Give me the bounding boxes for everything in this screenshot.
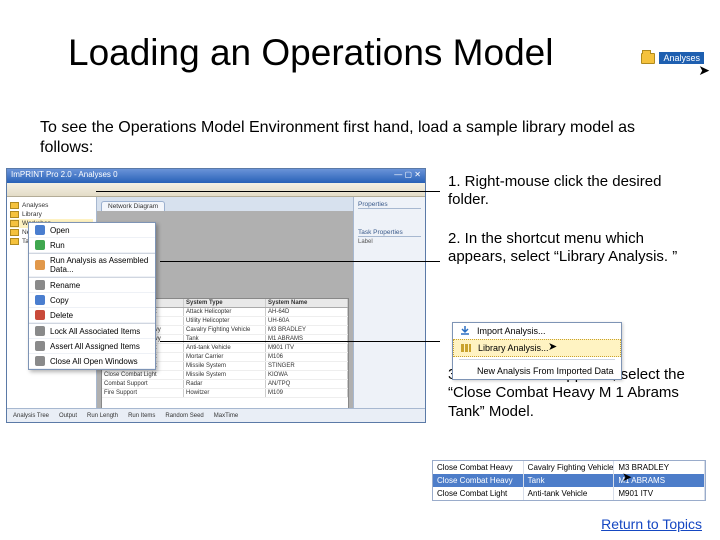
context-menu-item[interactable]: Assert All Assigned Items	[29, 339, 155, 354]
analyses-folder-label: Analyses	[659, 52, 704, 64]
delete-icon	[35, 310, 45, 320]
task-props-header: Task Properties	[358, 229, 421, 237]
context-menu-item[interactable]: Run	[29, 238, 155, 253]
shortcut-menu-item[interactable]: New Analysis From Imported Data	[453, 363, 621, 379]
return-to-topics-link[interactable]: Return to Topics	[601, 516, 702, 532]
status-bar: Analysis Tree Output Run Length Run Item…	[7, 408, 425, 422]
context-menu-item[interactable]: Copy	[29, 293, 155, 308]
grid-header: System Type	[184, 299, 266, 307]
page-title: Loading an Operations Model	[68, 32, 553, 74]
folder-icon	[10, 220, 19, 227]
close-icon	[35, 356, 45, 366]
lock-icon	[35, 326, 45, 336]
new-analysis-icon	[459, 365, 471, 377]
table-row: Close Combat LightMissile SystemKIOWA	[102, 371, 348, 380]
cursor-icon: ➤	[698, 62, 710, 79]
table-row: Fire SupportHowitzerM109	[102, 389, 348, 398]
properties-panel: Properties Task Properties Label	[353, 197, 425, 422]
shortcut-menu: Import Analysis... Library Analysis... N…	[452, 322, 622, 380]
tab-row: Network Diagram	[97, 197, 353, 211]
window-title-text: ImPRINT Pro 2.0 - Analyses 0	[11, 170, 118, 182]
shortcut-menu-item[interactable]: Import Analysis...	[453, 323, 621, 339]
folder-icon	[641, 53, 655, 64]
properties-header: Properties	[358, 201, 421, 209]
context-menu-item[interactable]: Lock All Associated Items	[29, 324, 155, 339]
table-row[interactable]: Close Combat Light Anti-tank Vehicle M90…	[433, 487, 705, 500]
callout-line	[160, 341, 440, 342]
table-row: Combat SupportRadarAN/TPQ	[102, 380, 348, 389]
window-titlebar: ImPRINT Pro 2.0 - Analyses 0 — ▢ ✕	[7, 169, 425, 183]
tab-network-diagram: Network Diagram	[101, 201, 165, 211]
shortcut-menu-item-selected[interactable]: Library Analysis...	[453, 339, 621, 357]
step-2-text: 2. In the shortcut menu which appears, s…	[448, 230, 698, 267]
tree-item: Analyses	[10, 201, 93, 210]
library-icon	[460, 342, 472, 354]
run-icon	[35, 240, 45, 250]
context-menu-item[interactable]: Run Analysis as Assembled Data...	[29, 254, 155, 277]
copy-icon	[35, 295, 45, 305]
rename-icon	[35, 280, 45, 290]
open-icon	[35, 225, 45, 235]
context-menu: Open Run Run Analysis as Assembled Data.…	[28, 222, 156, 370]
import-icon	[459, 325, 471, 337]
grid-header: System Name	[266, 299, 348, 307]
context-menu-item[interactable]: Delete	[29, 308, 155, 323]
app-toolbar	[7, 183, 425, 197]
step-1-text: 1. Right-mouse click the desired folder.	[448, 173, 698, 210]
context-menu-item[interactable]: Close All Open Windows	[29, 354, 155, 369]
folder-icon	[10, 238, 19, 245]
callout-line	[160, 261, 440, 262]
intro-text: To see the Operations Model Environment …	[40, 118, 660, 158]
window-controls: — ▢ ✕	[394, 170, 421, 182]
context-menu-item[interactable]: Open	[29, 223, 155, 238]
folder-icon	[10, 229, 19, 236]
model-pick-table: Close Combat Heavy Cavalry Fighting Vehi…	[432, 460, 706, 501]
folder-icon	[10, 202, 19, 209]
analyses-folder-chip: Analyses	[641, 52, 704, 64]
folder-icon	[10, 211, 19, 218]
tree-item: Library	[10, 210, 93, 219]
callout-line	[96, 191, 440, 192]
table-row-selected[interactable]: Close Combat Heavy Tank M1 ABRAMS	[433, 474, 705, 487]
export-icon	[35, 260, 45, 270]
table-row[interactable]: Close Combat Heavy Cavalry Fighting Vehi…	[433, 461, 705, 474]
steps-column: 1. Right-mouse click the desired folder.…	[448, 173, 698, 421]
assign-icon	[35, 341, 45, 351]
context-menu-item[interactable]: Rename	[29, 278, 155, 293]
